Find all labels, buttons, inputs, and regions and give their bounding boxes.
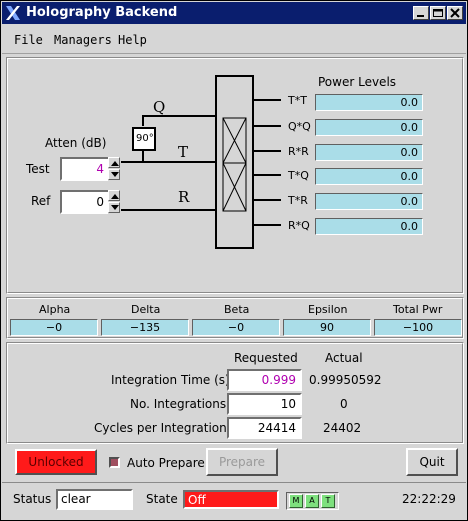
param-label-delta: Delta bbox=[131, 303, 161, 316]
status-divider bbox=[2, 482, 466, 483]
output-label: T*T bbox=[288, 94, 307, 107]
state-label: State bbox=[146, 492, 178, 506]
power-level-readout: 0.0 bbox=[315, 218, 423, 235]
param-readout-delta: −135 bbox=[101, 319, 189, 336]
auto-prepare-checkbox[interactable] bbox=[109, 457, 120, 468]
power-level-readout: 0.0 bbox=[315, 94, 423, 111]
ref-atten-input[interactable]: 0 bbox=[60, 190, 110, 214]
atten-title: Atten (dB) bbox=[45, 136, 107, 150]
param-readout-total-pwr: −100 bbox=[374, 319, 462, 336]
indicator-t: T bbox=[321, 494, 335, 508]
integration-time-input[interactable]: 0.999 bbox=[227, 369, 302, 391]
q-signal-line bbox=[142, 115, 216, 126]
ref-label: Ref bbox=[31, 194, 51, 208]
integration-panel: Requested Actual Integration Time (s) 0.… bbox=[6, 342, 464, 444]
hybrid-box bbox=[215, 75, 254, 249]
prepare-button[interactable]: Prepare bbox=[206, 448, 278, 476]
test-atten-up-button[interactable] bbox=[108, 157, 120, 168]
ref-atten-down-button[interactable] bbox=[108, 202, 120, 213]
auto-prepare-label: Auto Prepare bbox=[127, 456, 205, 470]
maximize-button[interactable] bbox=[430, 6, 446, 20]
hybrid-cross-upper-lines bbox=[222, 117, 247, 164]
title-bar[interactable]: Holography Backend bbox=[2, 2, 466, 24]
param-readout-alpha: −0 bbox=[10, 319, 98, 336]
indicator-m: M bbox=[289, 494, 303, 508]
close-icon bbox=[450, 8, 460, 18]
clock-time: 22:22:29 bbox=[402, 492, 456, 506]
q-line-label: Q bbox=[153, 98, 166, 116]
param-label-alpha: Alpha bbox=[39, 303, 71, 316]
integration-time-label: Integration Time (s) bbox=[111, 373, 230, 387]
minimize-icon bbox=[417, 15, 424, 17]
test-label: Test bbox=[26, 162, 50, 176]
window-title: Holography Backend bbox=[26, 5, 178, 20]
arrow-down-icon bbox=[111, 205, 119, 210]
parameters-panel: Alpha −0 Delta −135 Beta −0 Epsilon 90 T… bbox=[6, 297, 464, 339]
x-logo-icon bbox=[6, 6, 20, 20]
ref-atten-spinner[interactable] bbox=[108, 190, 120, 214]
diagram-panel: Q T R 90° Atten (dB) Test 4 Ref 0 Power … bbox=[6, 57, 464, 294]
power-level-readout: 0.0 bbox=[315, 193, 423, 210]
arrow-up-icon bbox=[111, 194, 119, 199]
minimize-button[interactable] bbox=[413, 6, 429, 20]
status-label: Status bbox=[13, 492, 52, 506]
unlocked-button[interactable]: Unlocked bbox=[15, 449, 97, 475]
cycles-per-integration-input[interactable]: 24414 bbox=[227, 417, 302, 439]
menu-help[interactable]: Help bbox=[118, 33, 147, 47]
param-label-epsilon: Epsilon bbox=[308, 303, 348, 316]
test-atten-down-button[interactable] bbox=[108, 169, 120, 180]
status-field: clear bbox=[56, 489, 133, 510]
r-line-label: R bbox=[178, 188, 190, 206]
hybrid-cross-lower-lines bbox=[222, 162, 247, 212]
menu-bar: File Managers Help bbox=[2, 26, 466, 54]
param-label-beta: Beta bbox=[224, 303, 250, 316]
param-readout-beta: −0 bbox=[192, 319, 280, 336]
param-readout-epsilon: 90 bbox=[283, 319, 371, 336]
close-button[interactable] bbox=[447, 6, 463, 20]
output-label: T*Q bbox=[288, 169, 309, 182]
app-window: Holography Backend File Managers Help Q … bbox=[0, 0, 468, 521]
state-field: Off bbox=[183, 490, 279, 509]
test-atten-spinner[interactable] bbox=[108, 157, 120, 181]
actual-header: Actual bbox=[325, 351, 363, 365]
menu-managers[interactable]: Managers bbox=[54, 33, 112, 47]
num-integrations-input[interactable]: 10 bbox=[227, 393, 302, 415]
mode-indicators: M A T bbox=[286, 492, 339, 510]
power-levels-title: Power Levels bbox=[318, 75, 397, 89]
integration-time-actual: 0.99950592 bbox=[309, 373, 382, 387]
output-stubs bbox=[253, 99, 281, 226]
quit-button[interactable]: Quit bbox=[406, 448, 458, 476]
power-level-readout: 0.0 bbox=[315, 119, 423, 136]
num-integrations-actual: 0 bbox=[340, 397, 348, 411]
arrow-down-icon bbox=[111, 172, 119, 177]
output-label: Q*Q bbox=[288, 120, 311, 133]
param-label-total-pwr: Total Pwr bbox=[393, 303, 443, 316]
ref-atten-up-button[interactable] bbox=[108, 190, 120, 201]
menu-file[interactable]: File bbox=[14, 33, 43, 47]
output-label: R*Q bbox=[288, 219, 310, 232]
test-signal-line bbox=[121, 151, 144, 163]
arrow-up-icon bbox=[111, 161, 119, 166]
power-level-readout: 0.0 bbox=[315, 144, 423, 161]
t-line-label: T bbox=[178, 143, 189, 161]
num-integrations-label: No. Integrations bbox=[130, 397, 227, 411]
cycles-per-integration-label: Cycles per Integration bbox=[94, 421, 227, 435]
maximize-icon bbox=[433, 9, 443, 17]
indicator-a: A bbox=[305, 494, 319, 508]
power-level-readout: 0.0 bbox=[315, 168, 423, 185]
output-label: R*R bbox=[288, 145, 309, 158]
test-atten-input[interactable]: 4 bbox=[60, 157, 110, 181]
requested-header: Requested bbox=[234, 351, 298, 365]
phase-shift-label: 90° bbox=[136, 133, 154, 144]
cycles-per-integration-actual: 24402 bbox=[323, 421, 362, 435]
output-label: T*R bbox=[288, 194, 308, 207]
